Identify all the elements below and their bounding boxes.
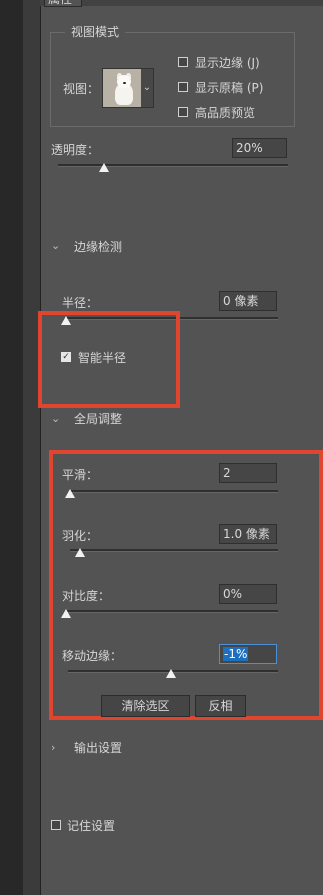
contrast-slider-thumb[interactable] xyxy=(61,609,71,618)
canvas-area xyxy=(0,0,23,895)
contrast-input[interactable]: 0% xyxy=(219,584,277,604)
panel-gutter xyxy=(23,0,41,895)
opacity-slider-track[interactable] xyxy=(58,164,288,167)
smooth-input[interactable]: 2 xyxy=(219,463,277,483)
feather-slider-track[interactable] xyxy=(70,549,278,552)
radius-label: 半径： xyxy=(62,296,99,310)
opacity-label: 透明度： xyxy=(51,143,100,157)
global-refine-chevron-down-icon[interactable]: ⌄ xyxy=(51,412,60,425)
feather-label: 羽化： xyxy=(62,529,99,543)
edge-detection-chevron-down-icon[interactable]: ⌄ xyxy=(51,239,60,252)
high-quality-preview-checkbox[interactable] xyxy=(178,107,188,117)
contrast-slider-track[interactable] xyxy=(66,610,278,613)
radius-input[interactable]: 0 像素 xyxy=(219,291,277,311)
smooth-slider-thumb[interactable] xyxy=(65,489,75,498)
show-edge-label: 显示边缘 (J) xyxy=(195,56,260,70)
shift-edge-value: -1% xyxy=(223,647,249,661)
feather-slider-thumb[interactable] xyxy=(75,548,86,557)
view-label: 视图： xyxy=(63,82,100,96)
smart-radius-label: 智能半径 xyxy=(78,351,127,365)
tab-properties-label: 属性 xyxy=(48,0,72,6)
view-dropdown-chevron-icon[interactable]: ⌄ xyxy=(141,68,154,108)
smooth-label: 平滑： xyxy=(62,468,99,482)
show-original-checkbox[interactable] xyxy=(178,82,188,92)
output-settings-chevron-right-icon[interactable]: › xyxy=(51,741,55,754)
opacity-slider-thumb[interactable] xyxy=(99,163,109,172)
view-mode-legend: 视图模式 xyxy=(65,25,126,39)
show-edge-checkbox[interactable] xyxy=(178,57,188,67)
smooth-slider-track[interactable] xyxy=(70,490,278,493)
global-refine-header[interactable]: 全局调整 xyxy=(74,410,122,427)
feather-input[interactable]: 1.0 像素 xyxy=(219,524,277,544)
output-settings-header[interactable]: 输出设置 xyxy=(74,739,122,756)
remember-settings-label: 记住设置 xyxy=(67,819,116,833)
shift-edge-label: 移动边缘： xyxy=(62,649,123,663)
clear-selection-button[interactable]: 清除选区 xyxy=(101,695,190,717)
panel-tab-strip xyxy=(40,0,323,6)
invert-button[interactable]: 反相 xyxy=(195,695,246,717)
shift-edge-slider-thumb[interactable] xyxy=(165,669,176,678)
opacity-input[interactable]: 20% xyxy=(232,138,287,158)
high-quality-preview-label: 高品质预览 xyxy=(195,106,256,120)
view-thumbnail[interactable] xyxy=(102,68,144,108)
shift-edge-input[interactable]: -1% xyxy=(219,644,277,664)
contrast-label: 对比度： xyxy=(62,589,111,603)
show-original-label: 显示原稿 (P) xyxy=(195,81,264,95)
smart-radius-checkbox[interactable]: ✓ xyxy=(61,352,71,362)
edge-detection-header[interactable]: 边缘检测 xyxy=(74,238,122,255)
remember-settings-checkbox[interactable] xyxy=(51,820,61,830)
